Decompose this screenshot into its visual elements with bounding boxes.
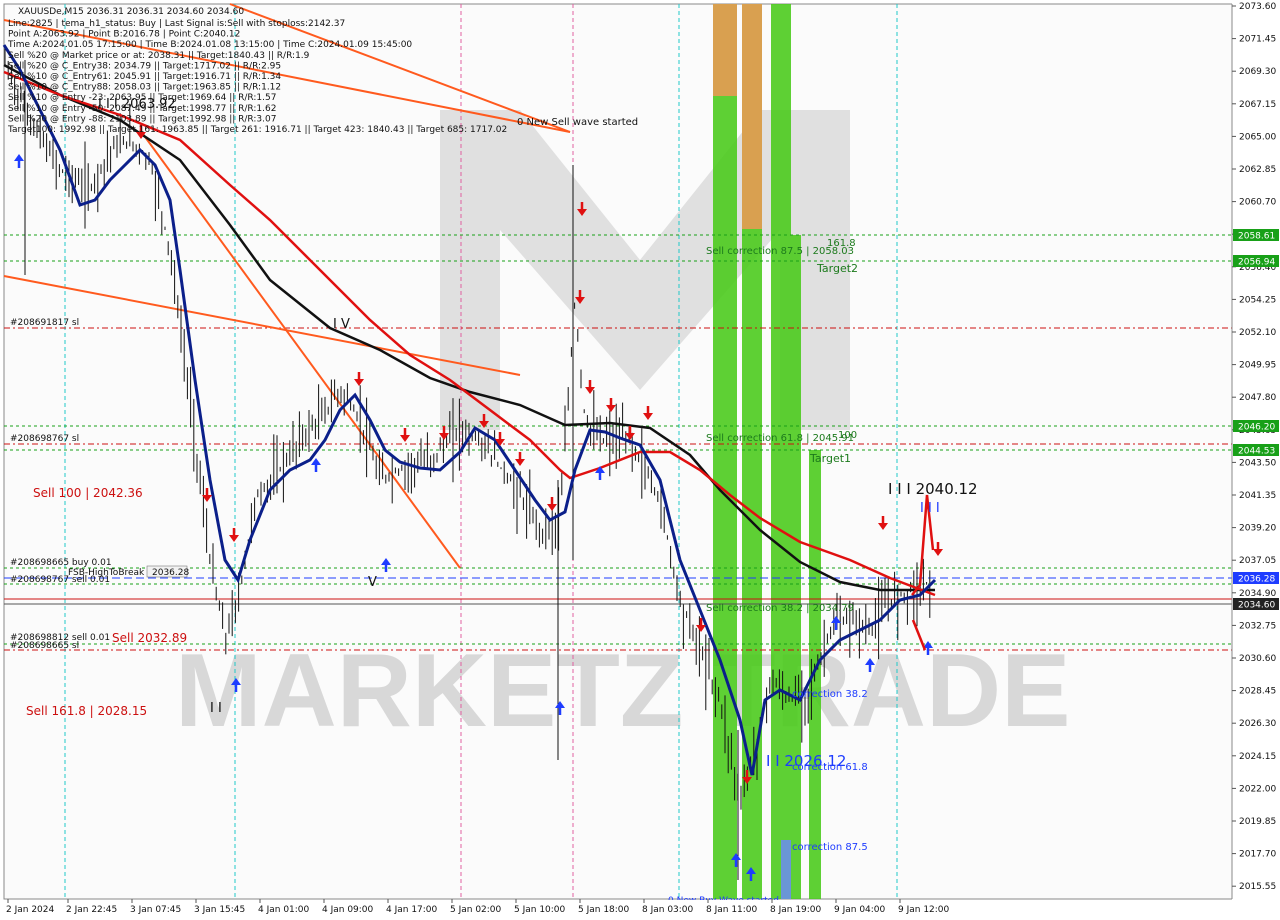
target-1618-label: 161.8 (827, 238, 856, 249)
price-tick-label: 2019.85 (1239, 817, 1276, 827)
top-left-wave-label: I I I 2063.92 (98, 97, 176, 112)
price-tick-label: 2034.90 (1239, 589, 1276, 599)
time-tick-label: 9 Jan 04:00 (834, 905, 886, 915)
price-tick-label: 2026.30 (1239, 719, 1276, 729)
time-tick-label: 4 Jan 01:00 (258, 905, 310, 915)
info-line: Line:2825 | tema_h1_status: Buy | Last S… (8, 19, 345, 29)
info-line: Sell %10 @ C_Entry61: 2045.91 || Target:… (8, 72, 281, 82)
price-tick-label: 2069.30 (1239, 67, 1276, 77)
price-tick-label: 2024.15 (1239, 752, 1276, 762)
price-tick-label: 2037.05 (1239, 556, 1276, 566)
time-tick-label: 5 Jan 18:00 (578, 905, 630, 915)
price-tick-label: 2049.95 (1239, 361, 1276, 371)
price-tick-label: 2065.00 (1239, 132, 1276, 142)
sl-label-2: #208698767 sl (10, 434, 79, 444)
price-tick-label: 2030.60 (1239, 654, 1276, 664)
time-axis[interactable]: 2 Jan 2024 2 Jan 22:45 3 Jan 07:45 3 Jan 15… (0, 899, 1232, 920)
sl-label-1: #208691817 sl (10, 318, 79, 328)
info-line: Target100: 1992.98 || Target 161: 1963.8… (7, 125, 507, 135)
price-tick-label: 2060.70 (1239, 198, 1276, 208)
time-tick-label: 8 Jan 03:00 (642, 905, 694, 915)
price-tick-label: 2073.60 (1239, 2, 1276, 12)
sell-correction-618-label: Sell correction 61.8 | 2045.91 (706, 433, 854, 444)
time-tick-label: 3 Jan 15:45 (194, 905, 245, 915)
sell-100-label: Sell 100 | 2042.36 (33, 486, 143, 500)
time-tick-label: 2 Jan 2024 (6, 905, 54, 915)
price-chart[interactable]: MARKETZ TRADE XAUUSDe,M15 2036.31 2036.3… (0, 0, 1280, 920)
price-tick-label: 2015.55 (1239, 882, 1276, 892)
info-line: Sell %10 @ C_Entry88: 2058.03 || Target:… (8, 83, 281, 93)
time-tick-label: 5 Jan 02:00 (450, 905, 502, 915)
info-line: Sell %20 @ Entry -88: 2103.89 || Target:… (8, 114, 276, 124)
time-tick-label: 4 Jan 17:00 (386, 905, 438, 915)
info-line: Time A:2024.01.05 17:15:00 | Time B:2024… (7, 40, 412, 50)
price-tick-label: 2071.45 (1239, 35, 1276, 45)
wave-c-label: I I I 2040.12 (888, 480, 978, 498)
price-tick-label: 2028.45 (1239, 687, 1276, 697)
sl-label-6: #208698665 sl (10, 641, 79, 651)
info-line: Sell %20 @ C_Entry38: 2034.79 || Target:… (8, 61, 281, 71)
price-tick-label: 2041.35 (1239, 491, 1276, 501)
price-badge-label: 2056.94 (1238, 258, 1275, 268)
time-tick-label: 4 Jan 09:00 (322, 905, 374, 915)
price-tick-label: 2039.20 (1239, 524, 1276, 534)
fsb-value: 2036.28 (152, 568, 189, 578)
correction-618-label: correction 61.8 (792, 762, 868, 773)
time-tick-label: 3 Jan 07:45 (130, 905, 181, 915)
price-tick-label: 2052.10 (1239, 328, 1276, 338)
price-tick-label: 2043.50 (1239, 458, 1276, 468)
info-line: Point A:2063.92 | Point B:2016.78 | Poin… (8, 30, 240, 40)
plot-area (3, 3, 1233, 900)
price-tick-label: 2067.15 (1239, 100, 1276, 110)
correction-382-label: correction 38.2 (792, 689, 868, 700)
time-tick-label: 9 Jan 12:00 (898, 905, 950, 915)
time-tick-label: 5 Jan 10:00 (514, 905, 566, 915)
time-tick-label: 8 Jan 19:00 (770, 905, 822, 915)
wave-iii-label: I I I (920, 501, 940, 516)
time-tick-label: 8 Jan 11:00 (706, 905, 758, 915)
price-badge-label: 2046.20 (1238, 423, 1275, 433)
price-tick-label: 2022.00 (1239, 784, 1276, 794)
sl-label-3: #208698665 buy 0.01 (10, 558, 112, 568)
price-tick-label: 2062.85 (1239, 165, 1276, 175)
sell-correction-382-label: Sell correction 38.2 | 2034.79 (706, 603, 854, 614)
wave-ii-label: I I (210, 701, 222, 716)
wave-v-label: V (368, 575, 377, 590)
correction-875-label: correction 87.5 (792, 842, 868, 853)
price-tick-label: 2032.75 (1239, 621, 1276, 631)
new-sell-wave-label: 0 New Sell wave started (517, 117, 638, 128)
price-badge-label: 2058.61 (1238, 232, 1275, 242)
sell-2032-label: Sell 2032.89 (112, 631, 187, 645)
price-badge-label: 2036.28 (1238, 575, 1275, 585)
price-badge-label: 2044.53 (1238, 447, 1275, 457)
target-100-label: 100 (838, 430, 857, 441)
price-tick-label: 2047.80 (1239, 393, 1276, 403)
sell-1618-label: Sell 161.8 | 2028.15 (26, 704, 147, 718)
symbol-line: XAUUSDe,M15 2036.31 2036.31 2034.60 2034… (18, 7, 244, 17)
wave-iv-label: I V (333, 317, 350, 332)
price-badge-label: 2034.60 (1238, 601, 1275, 611)
price-axis[interactable]: 2073.60 2071.45 2069.30 2067.15 2065.00 2062.… (1231, 0, 1280, 920)
target1-label: Target1 (809, 452, 851, 465)
time-tick-label: 2 Jan 22:45 (66, 905, 117, 915)
fsb-label: FSB-HighToBreak (68, 568, 145, 578)
price-tick-label: 2017.70 (1239, 850, 1276, 860)
info-line: Sell %20 @ Market price or at: 2038.31 |… (8, 51, 310, 61)
price-tick-label: 2054.25 (1239, 295, 1276, 305)
target2-label: Target2 (816, 262, 858, 275)
